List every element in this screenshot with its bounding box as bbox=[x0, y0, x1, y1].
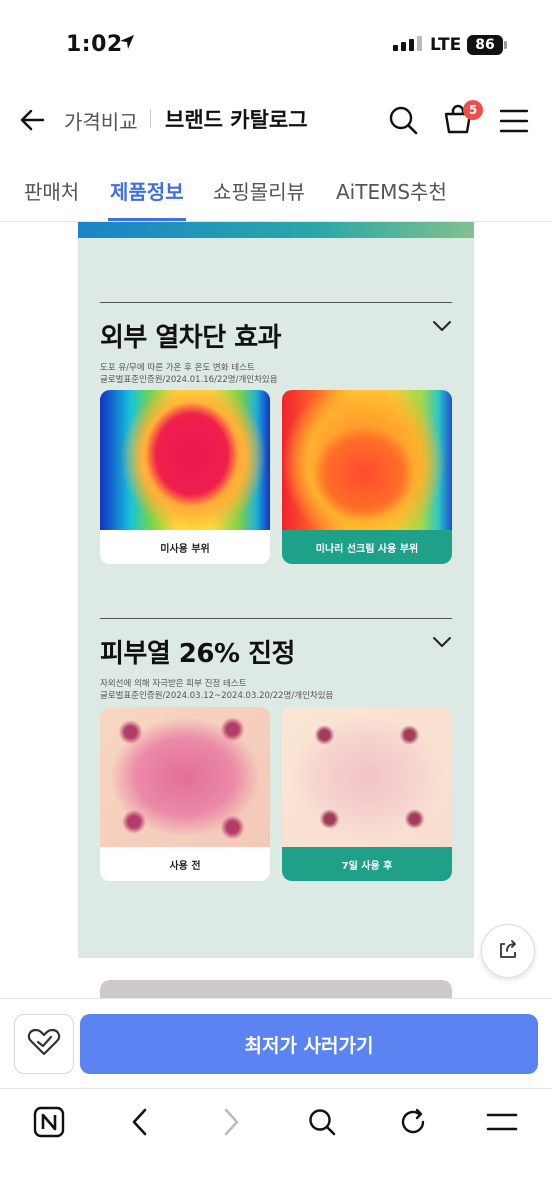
section-divider bbox=[100, 618, 452, 619]
image-caption: 7일 사용 후 bbox=[282, 847, 452, 881]
chevron-down-icon[interactable] bbox=[432, 318, 452, 337]
image-caption: 사용 전 bbox=[100, 847, 270, 881]
active-tab-indicator bbox=[108, 218, 186, 221]
thermal-image-card: 미사용 부위 bbox=[100, 390, 270, 564]
browser-toolbar bbox=[0, 1088, 552, 1200]
tab-bar: 판매처 제품정보 쇼핑몰리뷰 AiTEMS추천 bbox=[0, 160, 552, 222]
tab-product-info[interactable]: 제품정보 bbox=[110, 176, 184, 205]
test-note: 도포 유/무에 따른 가온 후 온도 변화 테스트 글로벌표준인증원/2024.… bbox=[100, 362, 452, 386]
status-time: 1:02 bbox=[66, 32, 123, 57]
section-title: 피부열 26% 진정 bbox=[100, 639, 295, 669]
thermal-image-treated bbox=[282, 390, 452, 530]
share-button[interactable] bbox=[481, 924, 535, 978]
thermal-image-pair: 미사용 부위 미나리 선크림 사용 부위 bbox=[100, 390, 452, 564]
browser-back-icon[interactable] bbox=[123, 1105, 157, 1139]
tab-mall-reviews[interactable]: 쇼핑몰리뷰 bbox=[213, 176, 305, 205]
naver-icon[interactable] bbox=[32, 1105, 66, 1139]
share-icon bbox=[496, 937, 520, 965]
app-header: 가격비교 브랜드 카탈로그 5 bbox=[0, 90, 552, 150]
battery-icon: 86 bbox=[467, 35, 503, 55]
refresh-icon[interactable] bbox=[396, 1105, 430, 1139]
breadcrumb[interactable]: 가격비교 bbox=[64, 106, 138, 135]
breadcrumb-divider bbox=[150, 110, 151, 128]
page-title: 브랜드 카탈로그 bbox=[165, 108, 308, 132]
tab-aitems-recommend[interactable]: AiTEMS추천 bbox=[336, 176, 447, 205]
cart-count-badge: 5 bbox=[463, 100, 483, 120]
wishlist-button[interactable] bbox=[14, 1014, 74, 1074]
search-icon[interactable] bbox=[305, 1105, 339, 1139]
browser-menu-icon[interactable] bbox=[485, 1105, 519, 1139]
test-note-line: 글로벌표준인증원/2024.01.16/22명/개인차있음 bbox=[100, 375, 278, 385]
gradient-banner bbox=[78, 222, 474, 238]
tab-sellers[interactable]: 판매처 bbox=[24, 176, 79, 205]
test-note-line: 글로벌표준인증원/2024.03.12~2024.03.20/22명/개인차있음 bbox=[100, 691, 334, 701]
test-note-line: 자외선에 의해 자극받은 피부 진정 테스트 bbox=[100, 679, 247, 689]
chevron-down-icon[interactable] bbox=[432, 634, 452, 653]
heat-block-section: 외부 열차단 효과 도포 유/무에 따른 가온 후 온도 변화 테스트 글로벌표… bbox=[100, 302, 452, 386]
test-note: 자외선에 의해 자극받은 피부 진정 테스트 글로벌표준인증원/2024.03.… bbox=[100, 678, 452, 702]
skin-image-card: 사용 전 bbox=[100, 707, 270, 881]
browser-forward-icon[interactable] bbox=[214, 1105, 248, 1139]
thermal-image-card: 미나리 선크림 사용 부위 bbox=[282, 390, 452, 564]
page: 1:02 LTE 86 가격비교 브랜드 카탈로그 5 판매처 제품정보 쇼핑몰… bbox=[0, 0, 552, 1200]
test-note-line: 도포 유/무에 따른 가온 후 온도 변화 테스트 bbox=[100, 363, 255, 373]
product-info-image: 외부 열차단 효과 도포 유/무에 따른 가온 후 온도 변화 테스트 글로벌표… bbox=[78, 222, 474, 958]
battery-tip bbox=[504, 41, 507, 49]
skin-image-card: 7일 사용 후 bbox=[282, 707, 452, 881]
skin-image-after bbox=[282, 707, 452, 847]
skin-image-pair: 사용 전 7일 사용 후 bbox=[100, 707, 452, 881]
thermal-image-untreated bbox=[100, 390, 270, 530]
network-label: LTE bbox=[430, 35, 462, 55]
buy-lowest-price-button[interactable]: 최저가 사러가기 bbox=[80, 1014, 538, 1074]
image-caption: 미나리 선크림 사용 부위 bbox=[282, 530, 452, 564]
section-divider bbox=[100, 302, 452, 303]
skin-heat-section: 피부열 26% 진정 자외선에 의해 자극받은 피부 진정 테스트 글로벌표준인… bbox=[100, 618, 452, 702]
skin-image-before bbox=[100, 707, 270, 847]
section-title: 외부 열차단 효과 bbox=[100, 323, 282, 353]
status-bar: 1:02 LTE 86 bbox=[0, 0, 552, 90]
purchase-bar: 최저가 사러가기 bbox=[0, 998, 552, 1088]
location-arrow-icon bbox=[118, 33, 136, 55]
signal-icon bbox=[393, 36, 422, 51]
heart-check-icon bbox=[27, 1027, 61, 1061]
search-icon[interactable] bbox=[387, 104, 419, 140]
image-caption: 미사용 부위 bbox=[100, 530, 270, 564]
menu-icon[interactable] bbox=[499, 108, 529, 138]
back-arrow-icon[interactable] bbox=[18, 106, 46, 138]
